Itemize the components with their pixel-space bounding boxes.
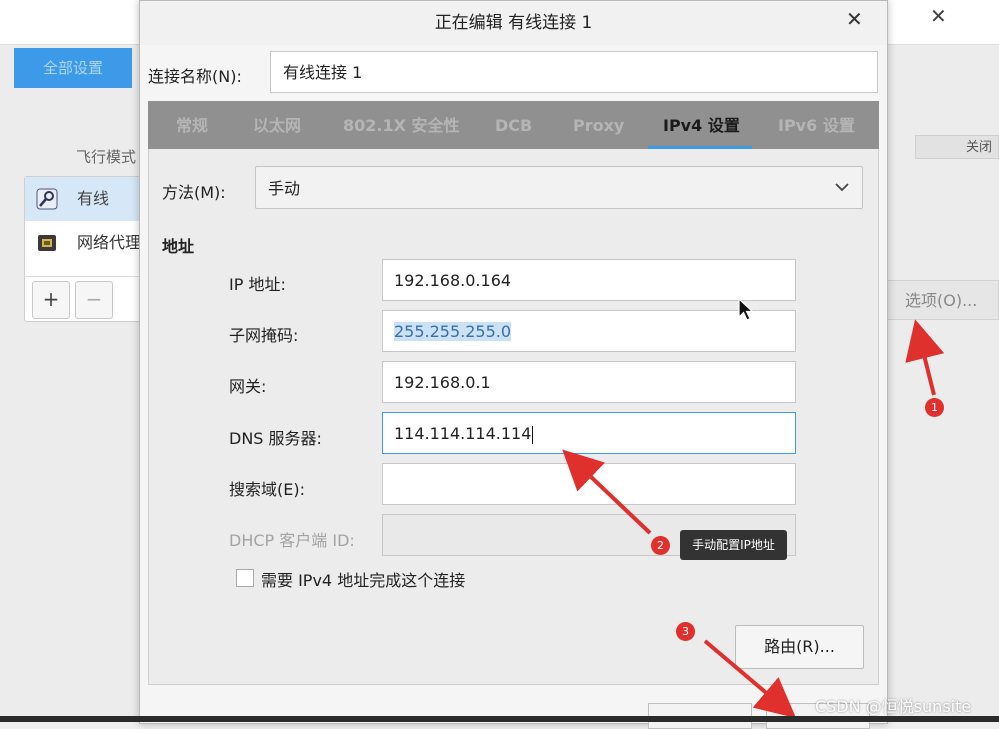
arrow-1	[905, 319, 945, 396]
annotation-marker-2: 2	[651, 536, 670, 555]
watermark: CSDN @恒悦sunsite	[815, 697, 972, 716]
annotation-tooltip: 手动配置IP地址	[680, 530, 787, 560]
annotation-arrows	[562, 319, 945, 719]
arrow-3	[703, 639, 797, 719]
arrow-2	[562, 449, 652, 535]
annotation-marker-3: 3	[676, 622, 695, 641]
annotation-marker-1: 1	[925, 398, 944, 417]
